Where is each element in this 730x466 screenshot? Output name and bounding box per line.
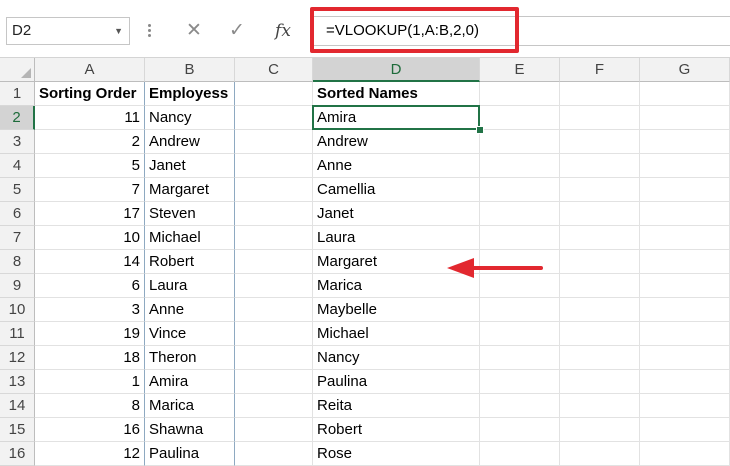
annotation-arrow <box>447 258 543 278</box>
arrow-head <box>447 258 474 278</box>
